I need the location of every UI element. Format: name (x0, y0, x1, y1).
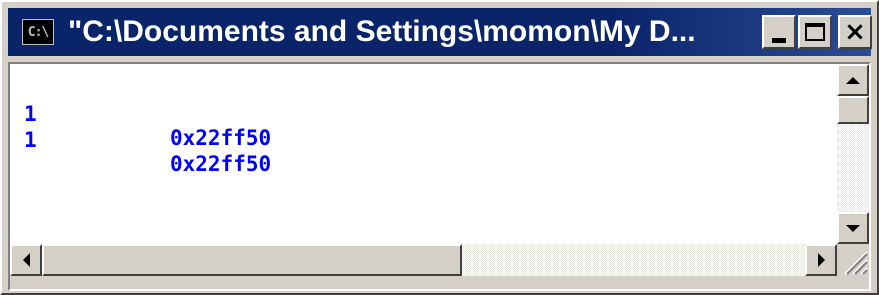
scroll-up-button[interactable] (837, 64, 869, 96)
console-app-icon[interactable]: C:\ (22, 19, 54, 45)
close-icon: × (844, 17, 866, 47)
console-line-value: 1 (24, 128, 37, 152)
vertical-scroll-thumb[interactable] (837, 96, 869, 124)
horizontal-scrollbar[interactable] (10, 244, 837, 276)
console-line: 1 0x22ff50 (24, 104, 271, 200)
scroll-right-button[interactable] (805, 244, 837, 276)
console-client-area: 1 0x22ff50 1 0x22ff50 (8, 62, 871, 291)
arrow-left-icon (22, 253, 30, 267)
maximize-button[interactable] (798, 15, 832, 49)
horizontal-scroll-thumb[interactable] (42, 244, 462, 276)
arrow-up-icon (846, 76, 860, 84)
window-title: "C:\Documents and Settings\momon\My D... (68, 15, 696, 48)
console-output[interactable]: 1 0x22ff50 1 0x22ff50 (10, 64, 837, 244)
minimize-icon (772, 37, 786, 43)
vertical-scrollbar[interactable] (837, 64, 869, 244)
console-window: C:\ "C:\Documents and Settings\momon\My … (0, 0, 879, 295)
console-line-address: 0x22ff50 (170, 152, 272, 176)
maximize-icon (805, 23, 825, 41)
scroll-down-button[interactable] (837, 212, 869, 244)
scroll-left-button[interactable] (10, 244, 42, 276)
title-bar[interactable]: C:\ "C:\Documents and Settings\momon\My … (8, 8, 872, 56)
close-button[interactable]: × (838, 15, 872, 49)
arrow-right-icon (817, 253, 825, 267)
resize-grip-icon (844, 251, 868, 275)
arrow-down-icon (846, 224, 860, 232)
console-line-address: 0x22ff50 (170, 126, 272, 150)
resize-grip[interactable] (837, 244, 869, 276)
minimize-button[interactable] (762, 15, 796, 49)
